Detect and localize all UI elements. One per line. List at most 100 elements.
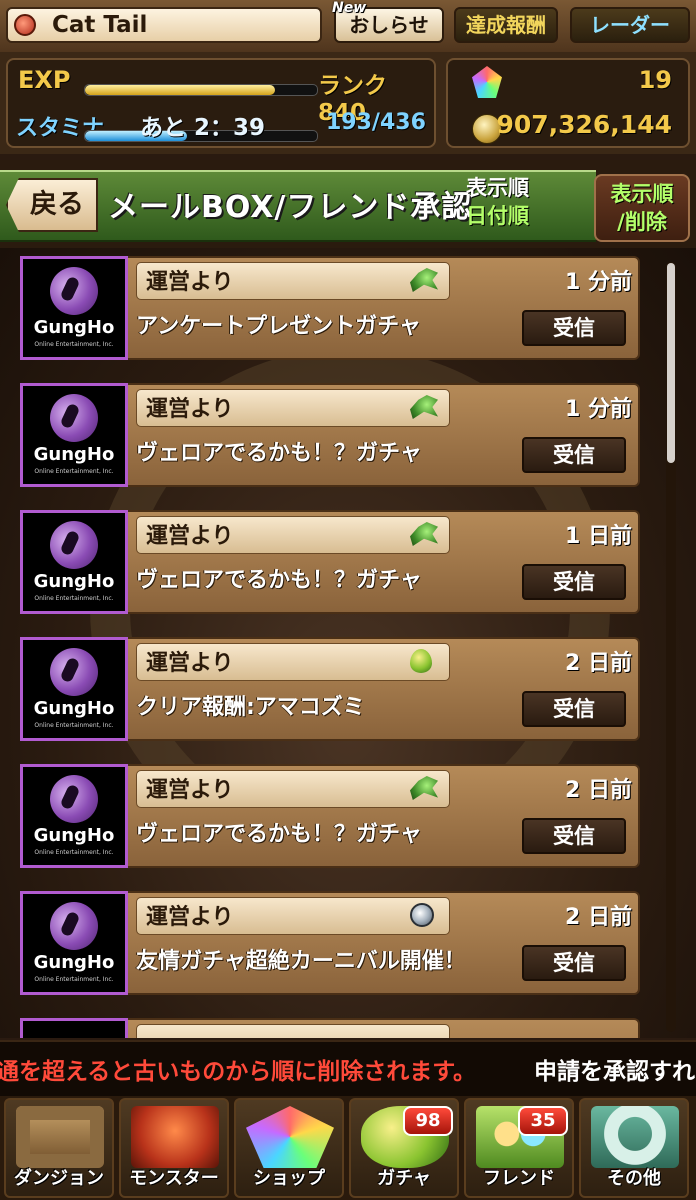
- player-avatar-icon: [14, 14, 36, 36]
- gungho-logo-icon: [50, 775, 98, 823]
- gungho-logo-icon: [50, 394, 98, 442]
- receive-button[interactable]: 受信: [522, 310, 626, 346]
- ticker-warning: 通を超えると古いものから順に削除されます。: [0, 1059, 477, 1085]
- nav-label: モンスター: [129, 1168, 219, 1189]
- logo-subtitle: Online Entertainment, Inc.: [34, 722, 114, 729]
- mail-item[interactable]: GungHo Online Entertainment, Inc. 運営より 2…: [20, 760, 640, 872]
- notification-badge: 98: [403, 1106, 453, 1136]
- nav-gacha-button[interactable]: ガチャ 98: [349, 1098, 459, 1198]
- mail-item[interactable]: GungHo Online Entertainment, Inc. 運営より 1…: [20, 379, 640, 491]
- sort-order-indicator: 表示順 日付順: [466, 174, 576, 230]
- mail-sender: 運営より: [146, 651, 234, 676]
- achievements-button[interactable]: 達成報酬: [454, 7, 558, 43]
- radar-button[interactable]: レーダー: [570, 7, 690, 43]
- gungho-logo-icon: [50, 267, 98, 315]
- title-bar: 戻る メールBOX/フレンド承認 表示順 日付順 表示順 /削除: [0, 160, 696, 248]
- sort-value: 日付順: [466, 204, 529, 228]
- logo-word: GungHo: [33, 571, 115, 592]
- nav-shop-button[interactable]: ショップ: [234, 1098, 344, 1198]
- exp-bar-fill: [85, 85, 276, 95]
- logo-word: GungHo: [33, 825, 115, 846]
- bottom-nav: ダンジョン モンスター ショップ ガチャ 98 フレンド 35 その他: [0, 1096, 696, 1200]
- status-panel: EXP ランク 840 スタミナ あと 2：39 193/436 19 907,…: [0, 52, 696, 154]
- nav-monster-button[interactable]: モンスター: [119, 1098, 229, 1198]
- ticker-info: 申請を承認すれ: [534, 1059, 695, 1085]
- exp-label: EXP: [18, 66, 71, 94]
- mail-time: 2 日前: [565, 905, 632, 930]
- mail-subject: ヴェロアでるかも！？ガチャ: [136, 441, 422, 466]
- mail-item[interactable]: GungHo Online Entertainment, Inc. 運営より 2…: [20, 633, 640, 745]
- mail-list[interactable]: GungHo Online Entertainment, Inc. 運営より 1…: [0, 248, 696, 1038]
- notification-badge: 35: [518, 1106, 568, 1136]
- mail-sender: 運営より: [146, 270, 234, 295]
- mail-subject: クリア報酬:アマコズミ: [136, 695, 365, 720]
- screen-title: メールBOX/フレンド承認: [108, 190, 473, 225]
- mail-item-partial[interactable]: [20, 1014, 640, 1038]
- stamina-timer: あと 2：39: [140, 115, 266, 141]
- gungho-logo-icon: [50, 902, 98, 950]
- magic-stone-icon: [472, 66, 502, 98]
- currency-panel[interactable]: 19 907,326,144: [446, 58, 690, 148]
- sort-label: 表示順: [466, 176, 529, 200]
- mail-time: 1 分前: [565, 270, 632, 295]
- sort-delete-button[interactable]: 表示順 /削除: [594, 174, 690, 242]
- mail-sender: 運営より: [146, 905, 234, 930]
- gungho-logo: GungHo Online Entertainment, Inc.: [20, 510, 128, 614]
- logo-subtitle: Online Entertainment, Inc.: [34, 595, 114, 602]
- gungho-logo: GungHo Online Entertainment, Inc.: [20, 764, 128, 868]
- logo-word: GungHo: [33, 317, 115, 338]
- top-bar: Cat Tail おしらせ New 達成報酬 レーダー: [0, 0, 696, 54]
- coin-count: 907,326,144: [496, 110, 672, 139]
- sender-plate: [136, 1024, 450, 1038]
- exp-stamina-panel: EXP ランク 840 スタミナ あと 2：39 193/436: [6, 58, 436, 148]
- monster-dragon-icon: [131, 1106, 219, 1168]
- player-name: Cat Tail: [52, 12, 148, 38]
- medal-icon: [410, 903, 434, 927]
- magic-stone-icon: [246, 1106, 334, 1168]
- logo-subtitle: Online Entertainment, Inc.: [34, 976, 114, 983]
- gungho-logo-icon: [50, 521, 98, 569]
- gungho-logo-icon: [50, 648, 98, 696]
- mail-item[interactable]: GungHo Online Entertainment, Inc. 運営より 1…: [20, 506, 640, 618]
- logo-subtitle: Online Entertainment, Inc.: [34, 849, 114, 856]
- gungho-logo: GungHo Online Entertainment, Inc.: [20, 256, 128, 360]
- receive-button[interactable]: 受信: [522, 437, 626, 473]
- mail-item[interactable]: GungHo Online Entertainment, Inc. 運営より 2…: [20, 887, 640, 999]
- scrollbar[interactable]: [666, 262, 676, 1032]
- mail-time: 2 日前: [565, 651, 632, 676]
- mail-sender: 運営より: [146, 397, 234, 422]
- mail-subject: ヴェロアでるかも！？ガチャ: [136, 822, 422, 847]
- logo-subtitle: Online Entertainment, Inc.: [34, 468, 114, 475]
- mail-item[interactable]: GungHo Online Entertainment, Inc. 運営より 1…: [20, 252, 640, 364]
- gungho-logo: GungHo Online Entertainment, Inc.: [20, 891, 128, 995]
- exp-bar: [84, 84, 318, 96]
- receive-button[interactable]: 受信: [522, 564, 626, 600]
- magic-stone-count: 19: [638, 66, 672, 94]
- gungho-logo: GungHo Online Entertainment, Inc.: [20, 383, 128, 487]
- logo-word: GungHo: [33, 952, 115, 973]
- logo-word: GungHo: [33, 444, 115, 465]
- receive-button[interactable]: 受信: [522, 945, 626, 981]
- nav-label: ダンジョン: [14, 1168, 104, 1189]
- dungeon-gate-icon: [16, 1106, 104, 1168]
- gungho-logo: [20, 1018, 128, 1038]
- question-icon: [591, 1106, 679, 1168]
- mail-sender: 運営より: [146, 778, 234, 803]
- scroll-thumb[interactable]: [667, 263, 675, 463]
- egg-icon: [410, 649, 432, 673]
- mail-time: 1 日前: [565, 524, 632, 549]
- receive-button[interactable]: 受信: [522, 691, 626, 727]
- player-name-plate[interactable]: Cat Tail: [6, 7, 322, 43]
- gungho-logo: GungHo Online Entertainment, Inc.: [20, 637, 128, 741]
- back-button[interactable]: 戻る: [6, 178, 98, 232]
- logo-word: GungHo: [33, 698, 115, 719]
- nav-label: その他: [607, 1168, 661, 1189]
- mail-time: 2 日前: [565, 778, 632, 803]
- nav-dungeon-button[interactable]: ダンジョン: [4, 1098, 114, 1198]
- nav-friend-button[interactable]: フレンド 35: [464, 1098, 574, 1198]
- nav-other-button[interactable]: その他: [579, 1098, 689, 1198]
- sort-delete-label-1: 表示順: [610, 182, 674, 206]
- receive-button[interactable]: 受信: [522, 818, 626, 854]
- new-badge: New: [332, 0, 367, 16]
- logo-subtitle: Online Entertainment, Inc.: [34, 341, 114, 348]
